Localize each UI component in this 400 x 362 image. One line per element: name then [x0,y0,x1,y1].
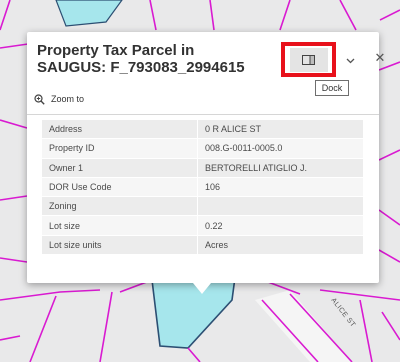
attribute-label: Owner 1 [42,158,198,178]
table-row: Lot size 0.22 [42,215,363,236]
zoom-to-label: Zoom to [51,94,85,104]
attribute-table: Address 0 R ALICE ST Property ID 008.G-0… [42,120,363,256]
attribute-label: Address [42,120,198,140]
attribute-label: Zoning [42,196,198,217]
collapse-button[interactable] [343,54,357,68]
attribute-value: 0 R ALICE ST [197,120,363,140]
zoom-to-action[interactable]: Zoom to [34,91,84,107]
table-row: Address 0 R ALICE ST [42,120,363,140]
table-row: DOR Use Code 106 [42,177,363,198]
close-icon: ✕ [374,51,386,66]
attribute-label: Property ID [42,138,198,159]
popup-divider [27,114,379,115]
attribute-value: BERTORELLI ATIGLIO J. [197,158,363,178]
table-row: Lot size units Acres [42,235,363,256]
table-row: Property ID 008.G-0011-0005.0 [42,138,363,159]
chevron-down-icon [346,58,354,64]
popup-title: Property Tax Parcel in SAUGUS: F_793083_… [37,42,245,76]
popup-pointer [193,283,211,294]
attribute-value: Acres [197,235,363,256]
attribute-label: Lot size [42,215,198,236]
dock-button-highlight [281,42,336,77]
dock-icon [302,54,315,65]
dock-button[interactable] [289,47,328,72]
attribute-value [197,196,363,217]
feature-popup: Property Tax Parcel in SAUGUS: F_793083_… [27,32,385,283]
attribute-value: 0.22 [197,215,363,236]
attribute-value: 106 [197,177,363,198]
attribute-label: Lot size units [42,235,198,256]
attribute-value: 008.G-0011-0005.0 [197,138,363,159]
dock-tooltip: Dock [315,80,349,96]
zoom-in-icon [34,93,45,105]
close-button[interactable]: ✕ [373,51,387,67]
attribute-label: DOR Use Code [42,177,198,198]
table-row: Owner 1 BERTORELLI ATIGLIO J. [42,158,363,178]
table-row: Zoning [42,196,363,217]
